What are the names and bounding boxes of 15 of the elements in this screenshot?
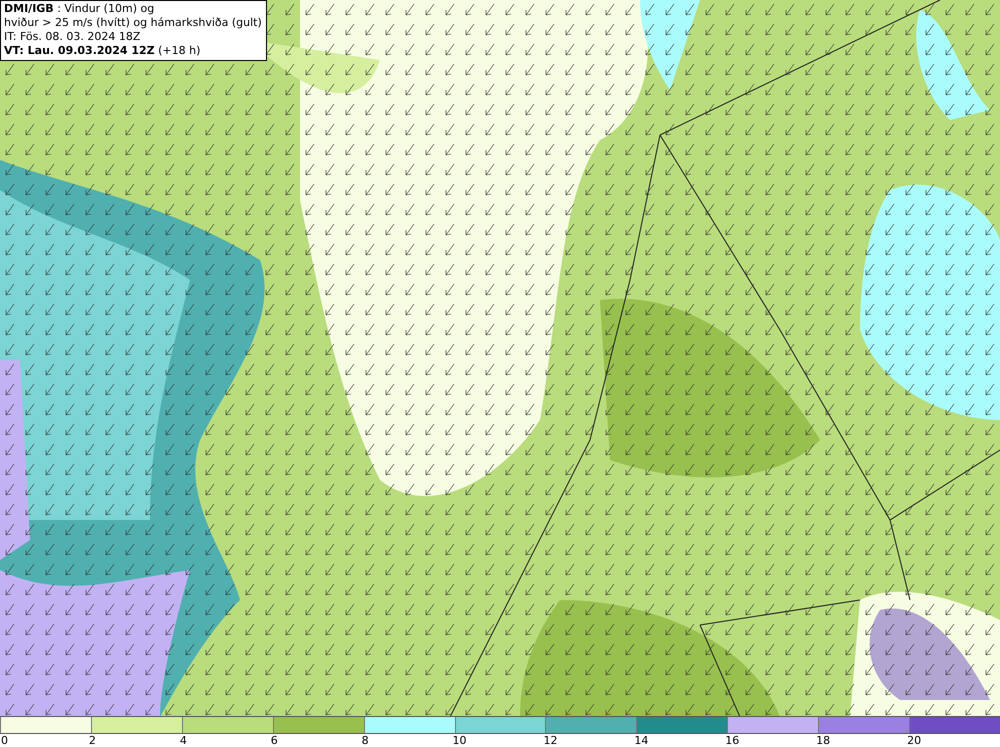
legend-label: 4 [180, 734, 187, 747]
title-line: IT: Fös. 08. 03. 2024 18Z [4, 30, 142, 44]
title-line: hviður > 25 m/s (hvítt) og hámarkshviða (gult) [4, 16, 262, 30]
legend-label: 14 [634, 734, 648, 747]
legend-label: 18 [816, 734, 830, 747]
legend-label: 20 [907, 734, 922, 747]
legend-label: 0 [1, 734, 8, 747]
legend-label: 16 [725, 734, 740, 747]
legend-label: 10 [452, 734, 467, 747]
legend-label: 2 [88, 734, 96, 747]
legend-label: 6 [270, 734, 278, 747]
title-line: VT: Lau. 09.03.2024 12Z (+18 h) [4, 44, 202, 58]
legend-label: 8 [362, 734, 369, 747]
title-line: DMI/IGB : Vindur (10m) og [4, 2, 156, 16]
legend-label: 12 [543, 734, 558, 747]
